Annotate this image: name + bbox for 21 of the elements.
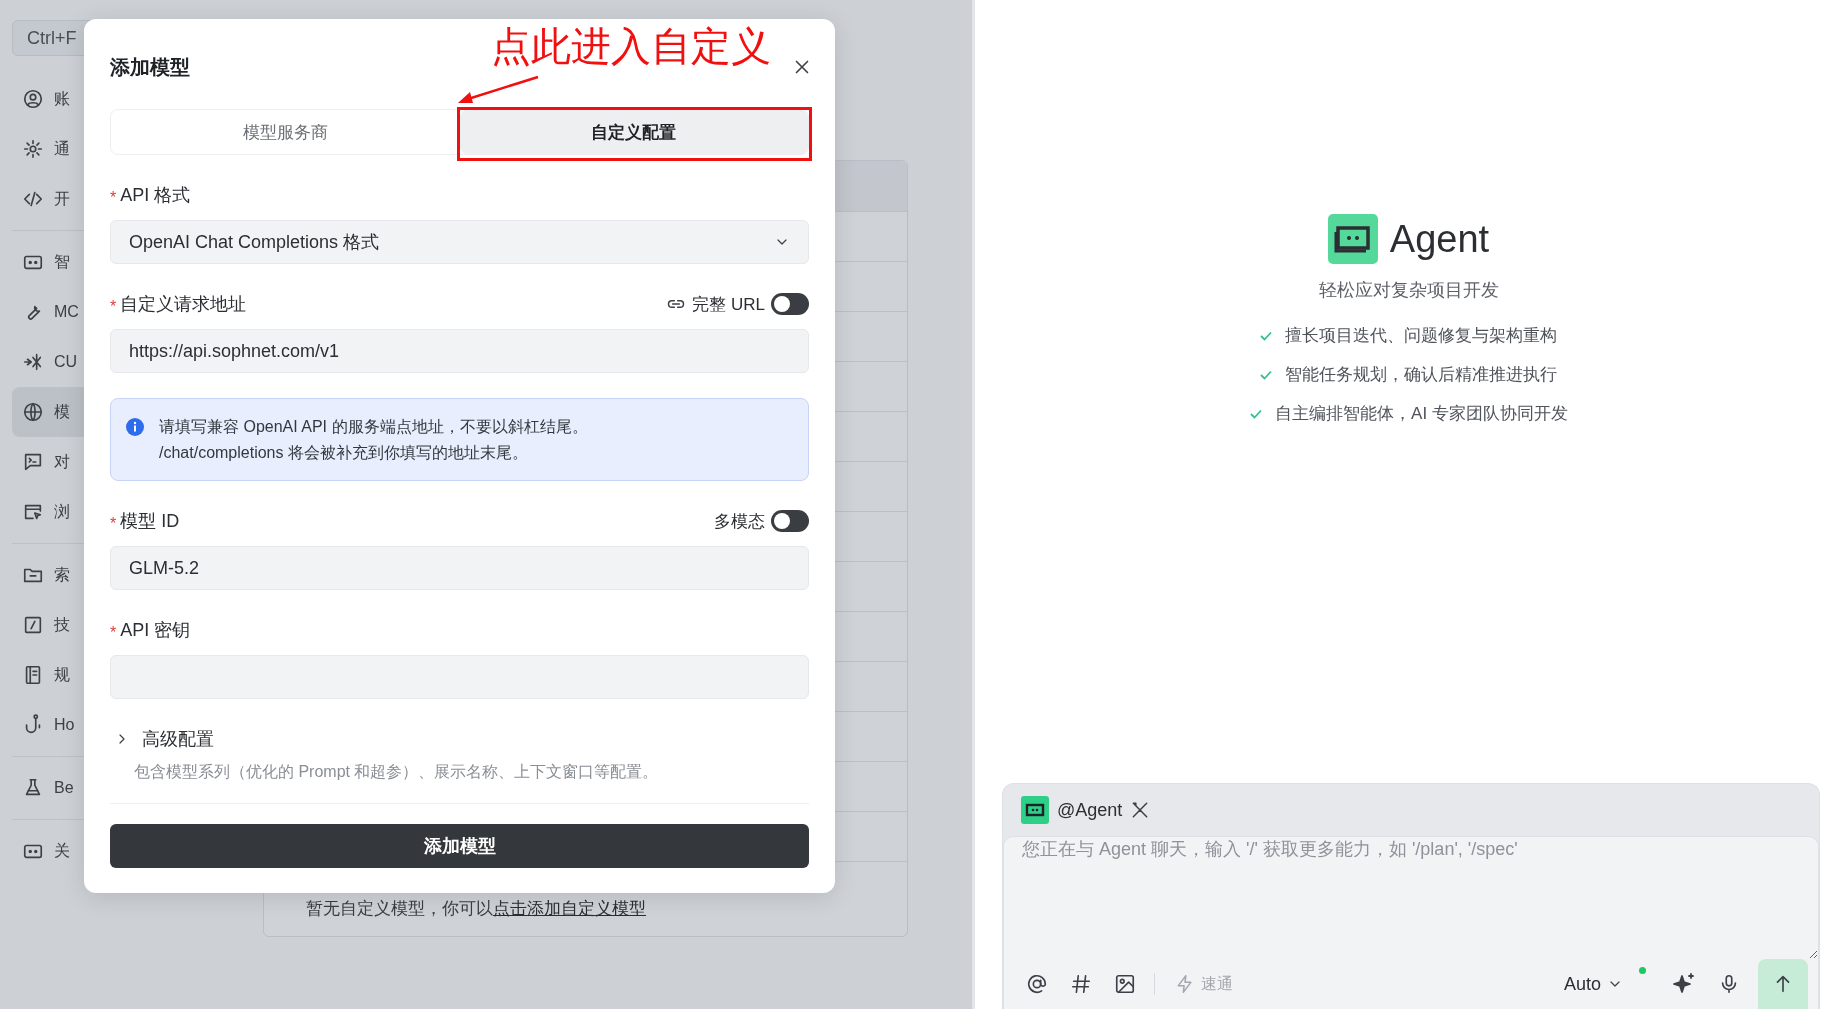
required-mark: *	[110, 515, 117, 533]
required-mark: *	[110, 298, 117, 316]
empty-message: 暂无自定义模型，你可以	[306, 897, 493, 920]
feature-text: 擅长项目迭代、问题修复与架构重构	[1285, 325, 1558, 347]
feature-text: 智能任务规划，确认后精准推进执行	[1285, 364, 1558, 386]
field-label: API 格式	[120, 184, 191, 207]
field-label: 模型 ID	[120, 510, 180, 533]
feature-text: 自主编排智能体，AI 专家团队协同开发	[1275, 403, 1568, 425]
required-mark: *	[110, 624, 117, 642]
required-mark: *	[110, 189, 117, 207]
dialog-title: 添加模型	[110, 54, 190, 80]
agent-subtitle: 轻松应对复杂项目开发	[1318, 279, 1499, 302]
annotation-text: 点此进入自定义	[491, 23, 771, 70]
advanced-description: 包含模型系列（优化的 Prompt 和超参）、展示名称、上下文窗口等配置。	[134, 762, 660, 782]
field-label: API 密钥	[120, 619, 191, 642]
toggle-label: 完整 URL	[692, 293, 765, 316]
agent-mention: @Agent	[1057, 799, 1123, 821]
toggle-label: 多模态	[714, 510, 765, 533]
field-label: 自定义请求地址	[120, 293, 247, 316]
info-text: 请填写兼容 OpenAI API 的服务端点地址，不要以斜杠结尾。 /chat/completions 将会被补充到你填写的地址末尾。	[159, 417, 588, 463]
agent-name: Agent	[1389, 217, 1490, 261]
